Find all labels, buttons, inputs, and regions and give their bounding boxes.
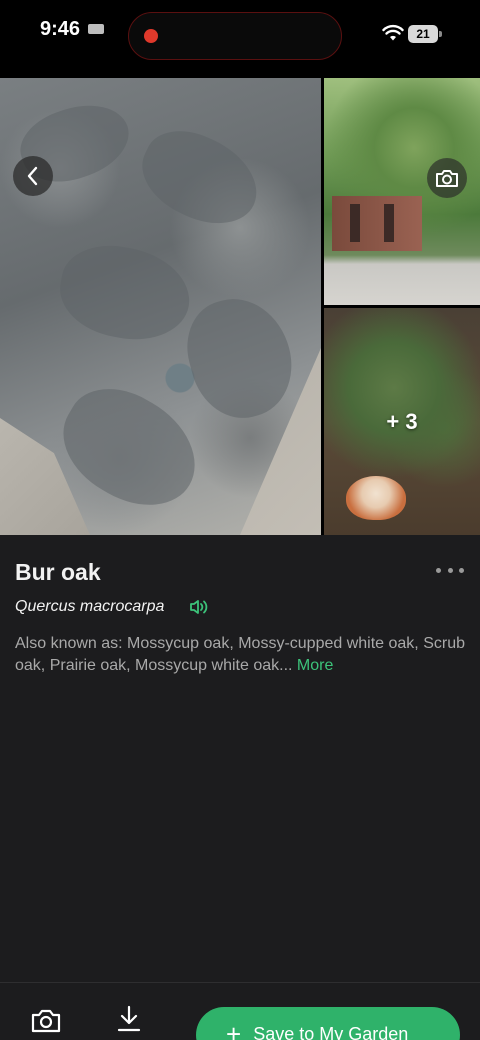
phone-screen-icon — [88, 24, 104, 34]
photo-gallery: + 3 — [0, 78, 480, 535]
camera-button[interactable] — [427, 158, 467, 198]
save-to-garden-label: Save to My Garden — [253, 1024, 409, 1040]
more-dot-icon — [459, 567, 464, 573]
bottom-action-bar: + Save to My Garden — [0, 982, 480, 1040]
pronunciation-speaker-icon[interactable] — [189, 599, 209, 615]
photo-detail — [350, 204, 360, 242]
more-dot-icon — [447, 567, 453, 573]
also-known-as-text: Also known as: Mossycup oak, Mossy-cuppe… — [15, 633, 475, 677]
plant-scientific-name: Quercus macrocarpa — [15, 598, 165, 615]
photo-detail — [53, 237, 197, 349]
photo-oak-leaves-acorn[interactable]: + 3 — [324, 308, 480, 535]
more-dot-icon — [436, 567, 441, 573]
more-link[interactable]: More — [297, 657, 333, 674]
main-photo-bronze-oak-leaves[interactable] — [0, 78, 321, 535]
camera-icon[interactable] — [31, 1007, 61, 1033]
chevron-left-icon — [27, 166, 38, 186]
photo-detail — [332, 196, 422, 251]
more-options-button[interactable] — [436, 565, 464, 575]
also-known-as-names: Also known as: Mossycup oak, Mossy-cuppe… — [15, 635, 465, 674]
photo-oak-tree-building[interactable] — [324, 78, 480, 305]
status-time: 9:46 — [40, 18, 81, 40]
dynamic-island[interactable] — [128, 12, 342, 60]
plus-icon: + — [226, 1019, 242, 1040]
recording-indicator-icon — [144, 29, 158, 43]
save-to-garden-button[interactable]: + Save to My Garden — [196, 1007, 460, 1040]
back-button[interactable] — [13, 156, 53, 196]
battery-level: 21 — [408, 25, 438, 43]
photo-detail — [128, 116, 272, 240]
more-photos-count: + 3 — [386, 408, 418, 434]
download-icon[interactable] — [116, 1005, 142, 1033]
photo-detail — [384, 204, 394, 242]
battery-tip-icon — [439, 31, 442, 37]
wifi-icon — [382, 24, 404, 41]
plant-common-name: Bur oak — [15, 559, 101, 585]
camera-icon — [436, 170, 458, 187]
photo-detail — [176, 287, 304, 429]
status-bar: 9:46 21 — [0, 0, 480, 78]
